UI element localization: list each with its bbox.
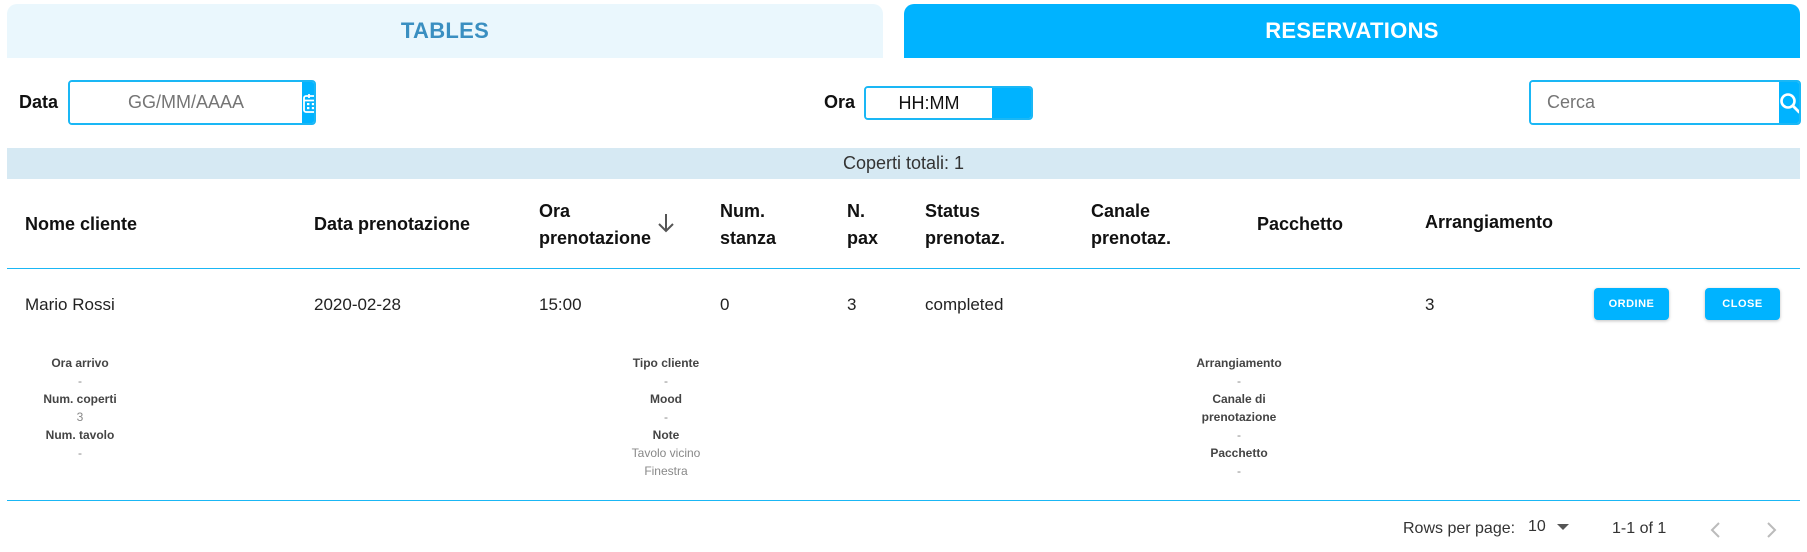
chevron-left-icon	[1710, 522, 1720, 538]
detail-label-ora-arrivo: Ora arrivo	[51, 356, 109, 370]
header-data-prenotazione[interactable]: Data prenotazione	[314, 211, 470, 238]
tab-bar: TABLES RESERVATIONS	[0, 0, 1807, 60]
detail-value-ora-arrivo: -	[78, 374, 82, 388]
time-field	[864, 86, 1033, 120]
detail-label-num-coperti: Num. coperti	[43, 392, 117, 406]
caret-down-icon	[1556, 524, 1569, 530]
header-canale-prenotaz[interactable]: Canale prenotaz.	[1091, 198, 1171, 252]
header-arrangiamento[interactable]: Arrangiamento	[1425, 209, 1553, 236]
cell-stanza: 0	[720, 295, 730, 314]
header-ora-prenotazione[interactable]: Ora prenotazione	[539, 198, 651, 252]
table-header: Nome cliente Data prenotazione Ora preno…	[7, 180, 1800, 269]
detail-label-note: Note	[652, 428, 680, 442]
pagination: Rows per page: 10 1-1 of 1	[0, 510, 1807, 550]
arrow-down-icon[interactable]	[655, 212, 677, 234]
detail-value-note-2: Finestra	[644, 464, 688, 478]
detail-value-mood: -	[664, 410, 668, 424]
detail-label-mood: Mood	[650, 392, 682, 406]
search-input[interactable]	[1531, 82, 1779, 123]
detail-label-num-tavolo: Num. tavolo	[45, 428, 115, 442]
time-picker-button[interactable]	[992, 88, 1031, 118]
details-col-3: Arrangiamento - Canale di prenotazione -…	[1174, 354, 1304, 480]
header-status-prenotaz[interactable]: Status prenotaz.	[925, 198, 1005, 252]
header-pacchetto[interactable]: Pacchetto	[1257, 211, 1343, 238]
table-row[interactable]: Mario Rossi 2020-02-28 15:00 0 3 complet…	[7, 270, 1800, 330]
calendar-button[interactable]	[302, 82, 314, 123]
ordine-button[interactable]: ORDINE	[1594, 288, 1669, 320]
header-num-stanza[interactable]: Num. stanza	[720, 198, 776, 252]
tab-tables-label: TABLES	[400, 18, 490, 43]
detail-value-pacchetto: -	[1237, 464, 1241, 478]
prev-page-button[interactable]	[1704, 518, 1728, 542]
chevron-right-icon	[1767, 522, 1777, 538]
cell-status: completed	[925, 295, 1004, 314]
date-field	[68, 80, 316, 125]
date-input[interactable]	[70, 82, 302, 123]
detail-label-pacchetto: Pacchetto	[1210, 446, 1268, 460]
row-details: Ora arrivo - Num. coperti 3 Num. tavolo …	[7, 330, 1800, 501]
search-field	[1529, 80, 1801, 125]
calendar-icon	[303, 93, 314, 113]
detail-value-arrangiamento: -	[1237, 374, 1241, 388]
detail-value-canale: -	[1237, 428, 1241, 442]
cell-data: 2020-02-28	[314, 295, 401, 314]
rows-per-page-value: 10	[1528, 518, 1546, 535]
totals-text: Coperti totali: 1	[842, 153, 965, 173]
rows-per-page-select[interactable]: 10	[1528, 518, 1570, 536]
time-label: Ora	[824, 92, 856, 112]
detail-value-tipo-cliente: -	[664, 374, 668, 388]
totals-bar: Coperti totali: 1	[7, 148, 1800, 179]
detail-value-note-1: Tavolo vicino	[631, 446, 701, 460]
details-col-2: Tipo cliente - Mood - Note Tavolo vicino…	[601, 354, 731, 480]
detail-label-arrangiamento: Arrangiamento	[1196, 356, 1282, 370]
detail-label-tipo-cliente: Tipo cliente	[632, 356, 700, 370]
tab-reservations[interactable]: RESERVATIONS	[904, 4, 1800, 58]
cell-pax: 3	[847, 295, 857, 314]
next-page-button[interactable]	[1759, 518, 1783, 542]
cell-ora: 15:00	[539, 295, 582, 314]
search-button[interactable]	[1779, 82, 1799, 123]
date-label: Data	[19, 92, 59, 112]
filter-bar: Data Ora	[0, 78, 1807, 126]
rows-per-page-label: Rows per page:	[1403, 520, 1516, 537]
detail-label-canale-2: prenotazione	[1201, 410, 1277, 424]
search-icon	[1780, 92, 1799, 113]
header-nome-cliente[interactable]: Nome cliente	[25, 211, 137, 238]
detail-value-num-coperti: 3	[76, 410, 84, 424]
close-button[interactable]: CLOSE	[1705, 288, 1780, 320]
details-col-1: Ora arrivo - Num. coperti 3 Num. tavolo …	[19, 354, 141, 462]
detail-value-num-tavolo: -	[78, 446, 82, 460]
header-n-pax[interactable]: N. pax	[847, 198, 878, 252]
tab-tables[interactable]: TABLES	[7, 4, 883, 58]
cell-nome: Mario Rossi	[25, 295, 115, 314]
cell-arrangiamento: 3	[1425, 295, 1435, 314]
tab-reservations-label: RESERVATIONS	[1265, 18, 1439, 43]
detail-label-canale-1: Canale di	[1212, 392, 1266, 406]
time-input[interactable]	[866, 88, 992, 118]
page-range: 1-1 of 1	[1612, 520, 1667, 537]
